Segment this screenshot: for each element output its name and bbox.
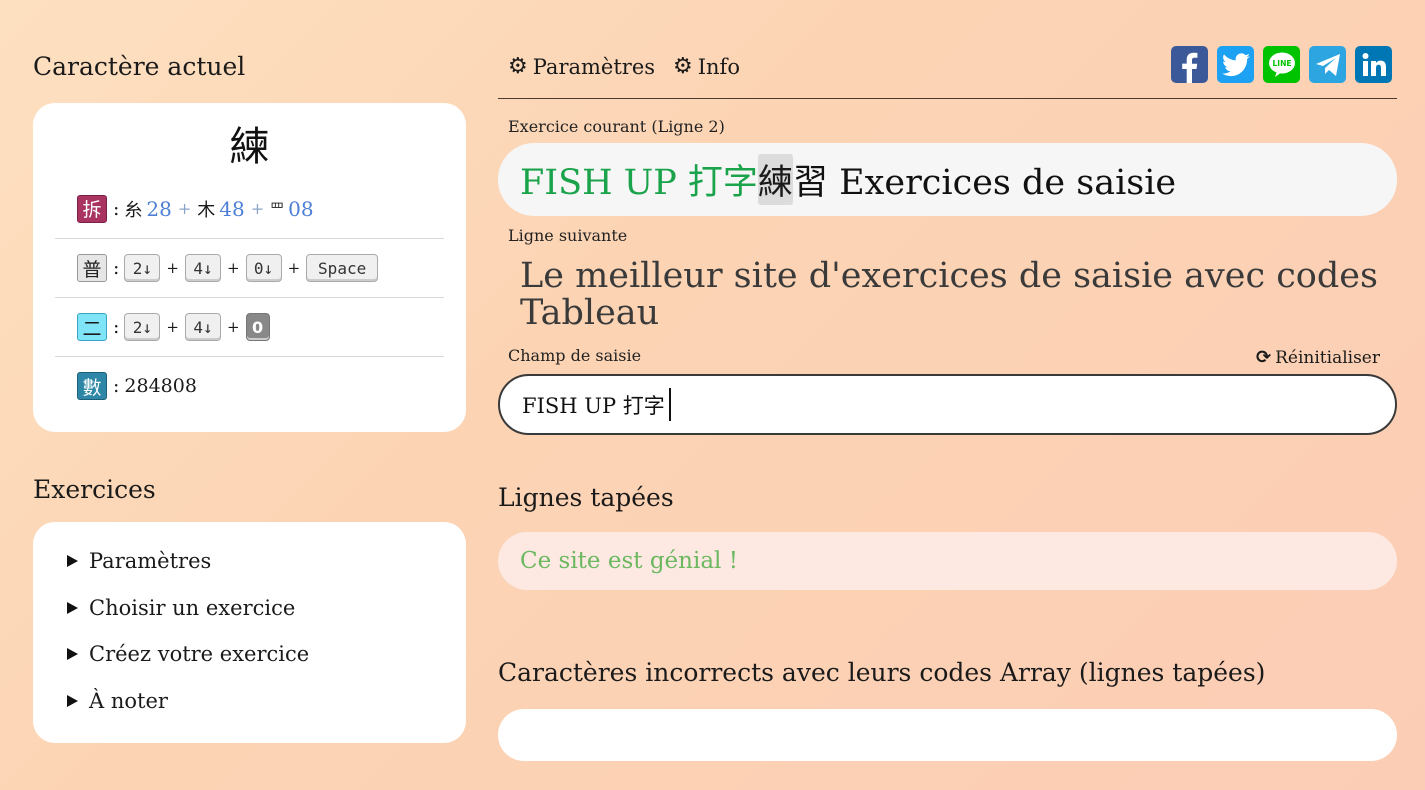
nav-info-label: Info (697, 55, 740, 79)
number-code: 284808 (124, 375, 197, 397)
radical-code-2: 48 (219, 196, 245, 221)
exercise-item-label: À noter (89, 689, 168, 713)
colon: : (113, 316, 120, 338)
remaining-portion: 習 Exercices de saisie (792, 163, 1177, 203)
plus-sign: + (166, 318, 179, 336)
radical-code-1: 28 (146, 196, 172, 221)
exercises-card: Paramètres Choisir un exercice Créez vot… (33, 522, 466, 743)
simple-row: 二 : 2↓ + 4↓ + 0 (55, 297, 444, 356)
exercise-item-label: Choisir un exercice (89, 596, 296, 620)
facebook-icon[interactable] (1171, 46, 1208, 83)
radical-3: 罒 (270, 201, 285, 218)
current-exercise-label: Exercice courant (Ligne 2) (508, 117, 725, 136)
radical-2: 木 (197, 199, 216, 221)
simple-badge: 二 (77, 313, 107, 341)
colon: : (113, 197, 120, 220)
key-4: 4↓ (184, 254, 221, 282)
key-2: 2↓ (124, 254, 161, 282)
gear-icon: ⚙ (508, 54, 528, 79)
plus-sign: + (177, 199, 192, 218)
plus-sign: + (250, 199, 265, 218)
gear-icon: ⚙ (673, 54, 693, 79)
next-line-text: Le meilleur site d'exercices de saisie a… (520, 256, 1378, 333)
key-0: 0↓ (245, 254, 282, 282)
refresh-icon: ⟳ (1256, 347, 1272, 368)
typed-lines-card: Ce site est génial ! (498, 532, 1397, 590)
triangle-right-icon (67, 555, 78, 567)
svg-text:LINE: LINE (1272, 59, 1291, 68)
telegram-icon[interactable] (1309, 46, 1346, 83)
next-line-label: Ligne suivante (508, 226, 628, 245)
nav-settings-link[interactable]: ⚙ Paramètres (508, 55, 655, 79)
decomp-badge: 拆 (77, 194, 107, 223)
reset-button[interactable]: ⟳ Réinitialiser (1256, 347, 1380, 368)
plus-sign: + (166, 259, 179, 277)
triangle-right-icon (67, 602, 78, 614)
current-char-card: 練 拆 : 糸 28 + 木 48 + 罒 08 普 : 2↓ + 4↓ + 0… (33, 103, 466, 432)
twitter-icon[interactable] (1217, 46, 1254, 83)
triangle-right-icon (67, 648, 78, 660)
current-char-heading: Caractère actuel (33, 52, 246, 81)
typed-portion: FISH UP 打字 (520, 163, 758, 203)
current-exercise-line: FISH UP 打字練習 Exercices de saisie (498, 143, 1397, 216)
exercise-item-parametres[interactable]: Paramètres (67, 549, 211, 573)
nav-divider (498, 98, 1397, 99)
typed-lines-heading: Lignes tapées (498, 483, 674, 512)
exercise-item-noter[interactable]: À noter (67, 689, 168, 713)
exercise-item-choisir[interactable]: Choisir un exercice (67, 596, 295, 620)
decomp-row: 拆 : 糸 28 + 木 48 + 罒 08 (55, 179, 444, 238)
key-0-selected: 0 (245, 313, 270, 341)
exercise-item-creez[interactable]: Créez votre exercice (67, 642, 309, 666)
nav-info-link[interactable]: ⚙ Info (673, 55, 740, 79)
colon: : (113, 257, 120, 279)
linkedin-icon[interactable] (1355, 46, 1392, 83)
common-row: 普 : 2↓ + 4↓ + 0↓ + Space (55, 238, 444, 297)
colon: : (113, 375, 120, 397)
radical-code-3: 08 (288, 196, 314, 221)
exercise-item-label: Paramètres (89, 549, 212, 573)
input-label: Champ de saisie (508, 346, 642, 365)
reset-label: Réinitialiser (1275, 347, 1380, 368)
number-badge: 數 (77, 372, 107, 400)
plus-sign: + (287, 259, 301, 277)
number-row: 數 : 284808 (55, 356, 444, 415)
nav-settings-label: Paramètres (532, 55, 656, 79)
current-char: 練 (229, 124, 270, 170)
plus-sign: + (226, 318, 240, 336)
current-target-char: 練 (757, 154, 793, 205)
triangle-right-icon (67, 695, 78, 707)
key-2: 2↓ (124, 313, 161, 341)
wrong-chars-card (498, 709, 1397, 761)
text-caret (669, 388, 671, 421)
key-space: Space (306, 254, 379, 282)
key-4: 4↓ (184, 313, 221, 341)
common-badge: 普 (77, 254, 107, 282)
radical-1: 糸 (124, 199, 143, 221)
line-icon[interactable]: LINE (1263, 46, 1300, 83)
typing-input[interactable] (498, 374, 1397, 435)
exercise-item-label: Créez votre exercice (89, 642, 310, 666)
typed-line: Ce site est génial ! (520, 548, 738, 574)
exercises-heading: Exercices (33, 475, 156, 504)
plus-sign: + (226, 259, 240, 277)
wrong-chars-heading: Caractères incorrects avec leurs codes A… (498, 658, 1266, 687)
